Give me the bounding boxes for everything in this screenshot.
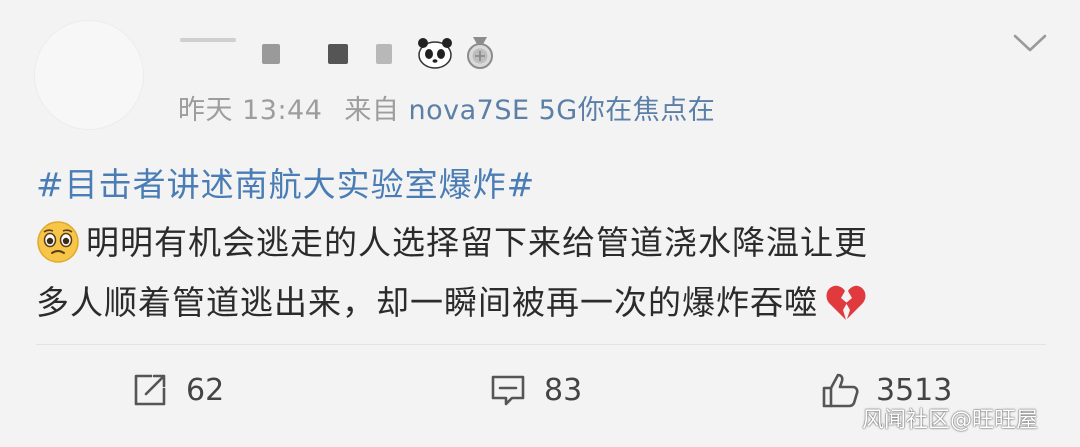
comment-icon bbox=[491, 375, 525, 406]
pleading-face-emoji-icon bbox=[37, 221, 79, 263]
broken-heart-emoji-icon bbox=[826, 285, 866, 320]
divider bbox=[36, 344, 1046, 345]
weibo-post-card: 昨天 13:44 来自 nova7SE 5G你在焦点在 #目击者讲述南航大实验室爆… bbox=[0, 0, 1080, 447]
post-text-line-1: 明明有机会逃走的人选择留下来给管道浇水降温让更 bbox=[36, 216, 868, 264]
panda-badge-icon bbox=[418, 38, 452, 69]
post-time: 昨天 13:44 bbox=[178, 95, 323, 126]
comment-button[interactable]: 83 bbox=[488, 368, 582, 412]
chevron-down-icon[interactable] bbox=[1012, 32, 1048, 54]
post-text: 多人顺着管道逃出来，却一瞬间被再一次的爆炸吞噬 bbox=[36, 283, 818, 322]
post-text: 明明有机会逃走的人选择留下来给管道浇水降温让更 bbox=[86, 223, 868, 262]
watermark: 风闻社区@旺旺屋 bbox=[862, 408, 1039, 433]
repost-icon bbox=[134, 374, 166, 406]
topic-hashtag-link[interactable]: #目击者讲述南航大实验室爆炸# bbox=[36, 158, 535, 206]
username-blur-segment bbox=[328, 44, 348, 64]
post-source-prefix: 来自 bbox=[344, 95, 400, 126]
medal-icon bbox=[467, 37, 493, 69]
post-meta: 昨天 13:44 来自 nova7SE 5G你在焦点在 bbox=[178, 88, 715, 127]
repost-button[interactable]: 62 bbox=[130, 368, 224, 412]
like-icon bbox=[822, 373, 859, 408]
avatar[interactable] bbox=[34, 20, 144, 130]
repost-count: 62 bbox=[186, 372, 225, 408]
username-blur-segment bbox=[262, 44, 280, 64]
username-blur-segment bbox=[376, 44, 392, 64]
comment-count: 83 bbox=[544, 372, 583, 408]
username-blur-segment bbox=[180, 38, 236, 42]
post-text-line-2: 多人顺着管道逃出来，却一瞬间被再一次的爆炸吞噬 bbox=[36, 276, 868, 324]
post-device-link[interactable]: nova7SE 5G你在焦点在 bbox=[409, 95, 716, 126]
